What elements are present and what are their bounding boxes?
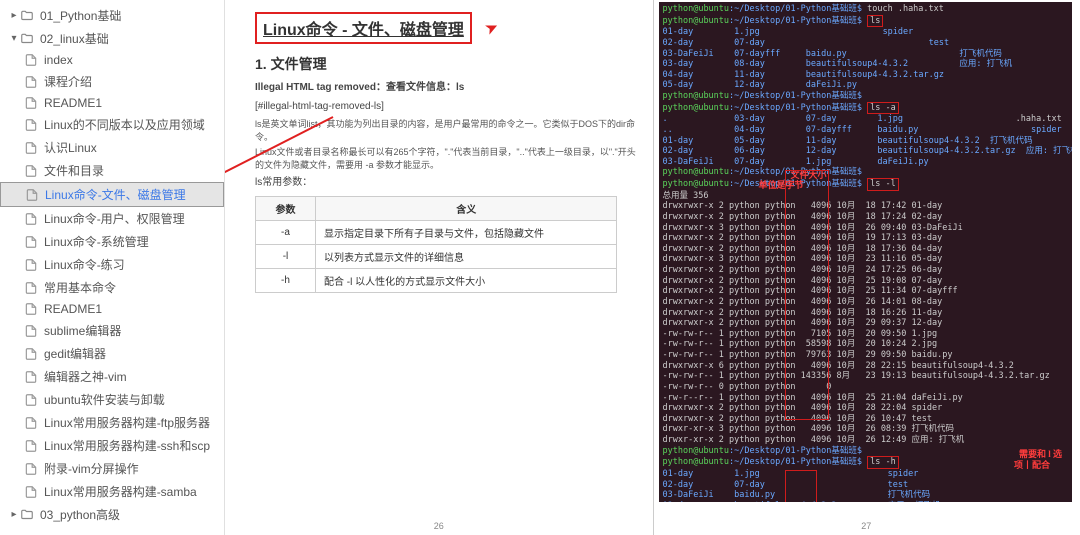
tree-item-label: index <box>44 53 73 67</box>
page-26: Linux命令 - 文件、磁盘管理 1. 文件管理 Illegal HTML t… <box>225 0 653 535</box>
file-icon <box>24 258 38 272</box>
file-icon <box>24 96 38 110</box>
paragraph: ls是英文单词list，其功能为列出目录的内容，是用户最常用的命令之一。它类似于… <box>255 118 637 143</box>
tree-file-item[interactable]: 附录-vim分屏操作 <box>0 457 224 480</box>
file-icon <box>24 118 38 132</box>
tree-file-item[interactable]: README1 <box>0 93 224 113</box>
page-27: python@ubuntu:~/Desktop/01-Python基础班$ to… <box>653 0 1080 535</box>
tree-item-label: Linux常用服务器构建-ssh和scp <box>44 437 210 454</box>
table-row: -l以列表方式显示文件的详细信息 <box>256 245 617 269</box>
tree-item-label: 文件和目录 <box>44 162 104 179</box>
page-number: 27 <box>861 521 871 531</box>
tree-file-item[interactable]: sublime编辑器 <box>0 319 224 342</box>
paragraph: Illegal HTML tag removed：查看文件信息：ls <box>255 80 637 95</box>
tree-item-label: 认识Linux <box>44 139 97 156</box>
tree-file-item[interactable]: ubuntu软件安装与卸载 <box>0 388 224 411</box>
tree-file-item[interactable]: Linux命令-用户、权限管理 <box>0 207 224 230</box>
options-table: 参数含义 -a显示指定目录下所有子目录与文件，包括隐藏文件 -l以列表方式显示文… <box>255 196 617 293</box>
tree-file-item[interactable]: 编辑器之神-vim <box>0 365 224 388</box>
file-icon <box>24 324 38 338</box>
tree-item-label: 编辑器之神-vim <box>44 368 127 385</box>
tree-file-item[interactable]: 文件和目录 <box>0 159 224 182</box>
paragraph: [#illegal-html-tag-removed-ls] <box>255 99 637 114</box>
tree-file-item[interactable]: Linux常用服务器构建-ftp服务器 <box>0 411 224 434</box>
tree-item-label: README1 <box>44 302 102 316</box>
file-icon <box>24 75 38 89</box>
table-header: 参数 <box>256 197 316 221</box>
chevron-down-icon: ▾ <box>8 33 20 44</box>
folder-open-icon <box>20 32 34 46</box>
file-icon <box>24 212 38 226</box>
tree-file-item[interactable]: Linux命令-系统管理 <box>0 230 224 253</box>
tree-file-item[interactable]: Linux常用服务器构建-samba <box>0 480 224 503</box>
tree-item-label: Linux常用服务器构建-samba <box>44 483 197 500</box>
tree-file-item[interactable]: 课程介绍 <box>0 70 224 93</box>
file-icon <box>24 53 38 67</box>
file-icon <box>24 347 38 361</box>
tree-item-label: ubuntu软件安装与卸载 <box>44 391 165 408</box>
chevron-right-icon: ▸ <box>8 10 20 21</box>
paragraph: Linux文件或者目录名称最长可以有265个字符，"."代表当前目录，".."代… <box>255 146 637 171</box>
tree-item-label: Linux命令-用户、权限管理 <box>44 210 185 227</box>
tree-item-label: Linux常用服务器构建-ftp服务器 <box>44 414 210 431</box>
page-title: Linux命令 - 文件、磁盘管理 <box>255 12 472 44</box>
tree-file-item[interactable]: README1 <box>0 299 224 319</box>
file-icon <box>24 416 38 430</box>
tree-file-item[interactable]: gedit编辑器 <box>0 342 224 365</box>
file-icon <box>24 141 38 155</box>
file-icon <box>24 302 38 316</box>
file-icon <box>24 370 38 384</box>
folder-icon <box>20 9 34 23</box>
paragraph: ls常用参数： <box>255 175 637 190</box>
folder-03[interactable]: ▸ 03_python高级 <box>0 503 224 526</box>
folder-01[interactable]: ▸ 01_Python基础 <box>0 4 224 27</box>
file-icon <box>24 164 38 178</box>
tree-item-label: gedit编辑器 <box>44 345 106 362</box>
file-icon <box>25 188 39 202</box>
tree-item-label: 附录-vim分屏操作 <box>44 460 139 477</box>
tree-file-item[interactable]: 认识Linux <box>0 136 224 159</box>
tree-item-label: sublime编辑器 <box>44 322 121 339</box>
tree-file-item[interactable]: Linux命令-文件、磁盘管理 <box>0 182 224 207</box>
file-icon <box>24 393 38 407</box>
tree-file-item[interactable]: Linux常用服务器构建-ssh和scp <box>0 434 224 457</box>
file-icon <box>24 485 38 499</box>
file-icon <box>24 462 38 476</box>
tree-item-label: Linux的不同版本以及应用领域 <box>44 116 205 133</box>
folder-icon <box>20 508 34 522</box>
file-icon <box>24 281 38 295</box>
document-tree: ▸ 01_Python基础 ▾ 02_linux基础 index 课程介绍 READ… <box>0 0 225 535</box>
chevron-right-icon: ▸ <box>8 509 20 520</box>
tree-item-label: Linux命令-练习 <box>44 256 125 273</box>
table-row: -h配合 -l 以人性化的方式显示文件大小 <box>256 269 617 293</box>
tree-file-item[interactable]: 常用基本命令 <box>0 276 224 299</box>
tree-item-label: README1 <box>44 96 102 110</box>
table-row: -a显示指定目录下所有子目录与文件，包括隐藏文件 <box>256 221 617 245</box>
tree-item-label: 课程介绍 <box>44 73 92 90</box>
folder-label: 01_Python基础 <box>40 7 121 24</box>
tree-file-item[interactable]: Linux命令-练习 <box>0 253 224 276</box>
page-number: 26 <box>434 521 444 531</box>
file-icon <box>24 235 38 249</box>
document-pages: ➤ Linux命令 - 文件、磁盘管理 1. 文件管理 Illegal HTML… <box>225 0 1080 535</box>
table-header: 含义 <box>316 197 617 221</box>
tree-item-label: Linux命令-文件、磁盘管理 <box>45 186 186 203</box>
tree-file-item[interactable]: Linux的不同版本以及应用领域 <box>0 113 224 136</box>
tree-item-label: Linux命令-系统管理 <box>44 233 149 250</box>
section-heading: 1. 文件管理 <box>255 54 637 74</box>
folder-label: 03_python高级 <box>40 506 120 523</box>
folder-02[interactable]: ▾ 02_linux基础 <box>0 27 224 50</box>
terminal-output: python@ubuntu:~/Desktop/01-Python基础班$ to… <box>659 2 1073 502</box>
tree-item-label: 常用基本命令 <box>44 279 116 296</box>
folder-label: 02_linux基础 <box>40 30 109 47</box>
file-icon <box>24 439 38 453</box>
tree-file-item[interactable]: index <box>0 50 224 70</box>
